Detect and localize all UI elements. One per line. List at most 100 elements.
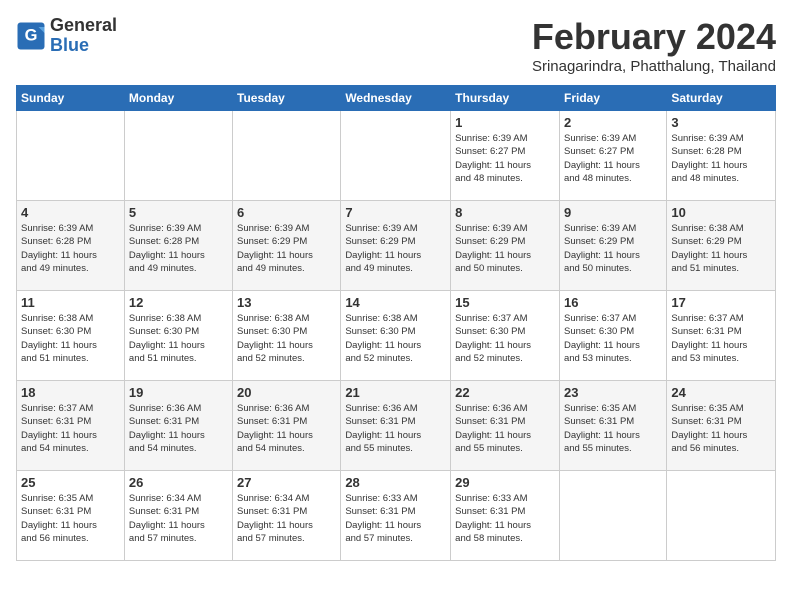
day-number: 12: [129, 295, 228, 310]
calendar-cell: [559, 471, 666, 561]
day-info: Sunrise: 6:37 AM Sunset: 6:31 PM Dayligh…: [671, 312, 771, 365]
day-info: Sunrise: 6:39 AM Sunset: 6:28 PM Dayligh…: [21, 222, 120, 275]
calendar-cell: 10 Sunrise: 6:38 AM Sunset: 6:29 PM Dayli…: [667, 201, 776, 291]
day-number: 20: [237, 385, 336, 400]
calendar-cell: 16 Sunrise: 6:37 AM Sunset: 6:30 PM Dayli…: [559, 291, 666, 381]
day-number: 9: [564, 205, 662, 220]
day-info: Sunrise: 6:36 AM Sunset: 6:31 PM Dayligh…: [237, 402, 336, 455]
calendar-cell: 9 Sunrise: 6:39 AM Sunset: 6:29 PM Daylig…: [559, 201, 666, 291]
calendar-cell: 29 Sunrise: 6:33 AM Sunset: 6:31 PM Dayli…: [451, 471, 560, 561]
calendar-cell: 7 Sunrise: 6:39 AM Sunset: 6:29 PM Daylig…: [341, 201, 451, 291]
header-thursday: Thursday: [451, 86, 560, 111]
logo-icon: G: [16, 21, 46, 51]
calendar-cell: 11 Sunrise: 6:38 AM Sunset: 6:30 PM Dayli…: [17, 291, 125, 381]
calendar-cell: [341, 111, 451, 201]
calendar-cell: [233, 111, 341, 201]
svg-text:G: G: [25, 26, 38, 44]
title-block: February 2024 Srinagarindra, Phatthalung…: [532, 16, 776, 75]
header-wednesday: Wednesday: [341, 86, 451, 111]
day-number: 6: [237, 205, 336, 220]
calendar-cell: [124, 111, 232, 201]
calendar-header-row: SundayMondayTuesdayWednesdayThursdayFrid…: [17, 86, 776, 111]
day-info: Sunrise: 6:39 AM Sunset: 6:29 PM Dayligh…: [455, 222, 555, 275]
calendar-cell: 6 Sunrise: 6:39 AM Sunset: 6:29 PM Daylig…: [233, 201, 341, 291]
calendar-table: SundayMondayTuesdayWednesdayThursdayFrid…: [16, 85, 776, 561]
header-tuesday: Tuesday: [233, 86, 341, 111]
day-number: 15: [455, 295, 555, 310]
day-info: Sunrise: 6:34 AM Sunset: 6:31 PM Dayligh…: [129, 492, 228, 545]
day-info: Sunrise: 6:35 AM Sunset: 6:31 PM Dayligh…: [564, 402, 662, 455]
calendar-cell: 14Sunrise: 6:38 AM Sunset: 6:30 PM Dayli…: [341, 291, 451, 381]
day-info: Sunrise: 6:35 AM Sunset: 6:31 PM Dayligh…: [21, 492, 120, 545]
day-number: 7: [345, 205, 446, 220]
week-row-4: 18Sunrise: 6:37 AM Sunset: 6:31 PM Dayli…: [17, 381, 776, 471]
day-number: 5: [129, 205, 228, 220]
day-number: 18: [21, 385, 120, 400]
calendar-cell: 5 Sunrise: 6:39 AM Sunset: 6:28 PM Daylig…: [124, 201, 232, 291]
calendar-cell: 22 Sunrise: 6:36 AM Sunset: 6:31 PM Dayli…: [451, 381, 560, 471]
day-info: Sunrise: 6:37 AM Sunset: 6:30 PM Dayligh…: [564, 312, 662, 365]
day-info: Sunrise: 6:38 AM Sunset: 6:30 PM Dayligh…: [345, 312, 446, 365]
week-row-5: 25Sunrise: 6:35 AM Sunset: 6:31 PM Dayli…: [17, 471, 776, 561]
day-number: 4: [21, 205, 120, 220]
day-number: 19: [129, 385, 228, 400]
day-number: 13: [237, 295, 336, 310]
month-title: February 2024: [532, 16, 776, 58]
calendar-cell: 12 Sunrise: 6:38 AM Sunset: 6:30 PM Dayli…: [124, 291, 232, 381]
week-row-3: 11 Sunrise: 6:38 AM Sunset: 6:30 PM Dayli…: [17, 291, 776, 381]
day-number: 22: [455, 385, 555, 400]
day-number: 24: [671, 385, 771, 400]
day-info: Sunrise: 6:36 AM Sunset: 6:31 PM Dayligh…: [455, 402, 555, 455]
header-saturday: Saturday: [667, 86, 776, 111]
day-info: Sunrise: 6:38 AM Sunset: 6:29 PM Dayligh…: [671, 222, 771, 275]
day-info: Sunrise: 6:33 AM Sunset: 6:31 PM Dayligh…: [345, 492, 446, 545]
day-info: Sunrise: 6:34 AM Sunset: 6:31 PM Dayligh…: [237, 492, 336, 545]
day-info: Sunrise: 6:33 AM Sunset: 6:31 PM Dayligh…: [455, 492, 555, 545]
day-info: Sunrise: 6:36 AM Sunset: 6:31 PM Dayligh…: [129, 402, 228, 455]
day-info: Sunrise: 6:38 AM Sunset: 6:30 PM Dayligh…: [237, 312, 336, 365]
header-sunday: Sunday: [17, 86, 125, 111]
header-friday: Friday: [559, 86, 666, 111]
header-monday: Monday: [124, 86, 232, 111]
day-number: 2: [564, 115, 662, 130]
calendar-cell: 3Sunrise: 6:39 AM Sunset: 6:28 PM Daylig…: [667, 111, 776, 201]
day-number: 16: [564, 295, 662, 310]
day-number: 21: [345, 385, 446, 400]
calendar-body: 1Sunrise: 6:39 AM Sunset: 6:27 PM Daylig…: [17, 111, 776, 561]
calendar-cell: 26 Sunrise: 6:34 AM Sunset: 6:31 PM Dayli…: [124, 471, 232, 561]
day-info: Sunrise: 6:37 AM Sunset: 6:30 PM Dayligh…: [455, 312, 555, 365]
calendar-cell: 17Sunrise: 6:37 AM Sunset: 6:31 PM Dayli…: [667, 291, 776, 381]
day-info: Sunrise: 6:35 AM Sunset: 6:31 PM Dayligh…: [671, 402, 771, 455]
day-number: 8: [455, 205, 555, 220]
week-row-1: 1Sunrise: 6:39 AM Sunset: 6:27 PM Daylig…: [17, 111, 776, 201]
logo-text: General Blue: [50, 16, 117, 56]
calendar-cell: 24 Sunrise: 6:35 AM Sunset: 6:31 PM Dayli…: [667, 381, 776, 471]
day-info: Sunrise: 6:39 AM Sunset: 6:27 PM Dayligh…: [455, 132, 555, 185]
location-subtitle: Srinagarindra, Phatthalung, Thailand: [532, 58, 776, 75]
calendar-cell: 19 Sunrise: 6:36 AM Sunset: 6:31 PM Dayli…: [124, 381, 232, 471]
calendar-cell: [667, 471, 776, 561]
calendar-cell: 2 Sunrise: 6:39 AM Sunset: 6:27 PM Daylig…: [559, 111, 666, 201]
day-info: Sunrise: 6:39 AM Sunset: 6:29 PM Dayligh…: [345, 222, 446, 275]
day-info: Sunrise: 6:39 AM Sunset: 6:29 PM Dayligh…: [237, 222, 336, 275]
calendar-cell: 18Sunrise: 6:37 AM Sunset: 6:31 PM Dayli…: [17, 381, 125, 471]
calendar-cell: 1Sunrise: 6:39 AM Sunset: 6:27 PM Daylig…: [451, 111, 560, 201]
day-info: Sunrise: 6:39 AM Sunset: 6:28 PM Dayligh…: [129, 222, 228, 275]
day-info: Sunrise: 6:38 AM Sunset: 6:30 PM Dayligh…: [21, 312, 120, 365]
day-number: 11: [21, 295, 120, 310]
calendar-cell: 13 Sunrise: 6:38 AM Sunset: 6:30 PM Dayli…: [233, 291, 341, 381]
calendar-cell: 23Sunrise: 6:35 AM Sunset: 6:31 PM Dayli…: [559, 381, 666, 471]
day-number: 27: [237, 475, 336, 490]
day-number: 10: [671, 205, 771, 220]
logo: G General Blue: [16, 16, 117, 56]
day-info: Sunrise: 6:38 AM Sunset: 6:30 PM Dayligh…: [129, 312, 228, 365]
day-info: Sunrise: 6:39 AM Sunset: 6:29 PM Dayligh…: [564, 222, 662, 275]
day-number: 29: [455, 475, 555, 490]
header: G General Blue February 2024 Srinagarind…: [16, 16, 776, 75]
day-info: Sunrise: 6:39 AM Sunset: 6:27 PM Dayligh…: [564, 132, 662, 185]
calendar-cell: 25Sunrise: 6:35 AM Sunset: 6:31 PM Dayli…: [17, 471, 125, 561]
day-number: 26: [129, 475, 228, 490]
calendar-cell: 27 Sunrise: 6:34 AM Sunset: 6:31 PM Dayli…: [233, 471, 341, 561]
day-info: Sunrise: 6:39 AM Sunset: 6:28 PM Dayligh…: [671, 132, 771, 185]
week-row-2: 4 Sunrise: 6:39 AM Sunset: 6:28 PM Daylig…: [17, 201, 776, 291]
